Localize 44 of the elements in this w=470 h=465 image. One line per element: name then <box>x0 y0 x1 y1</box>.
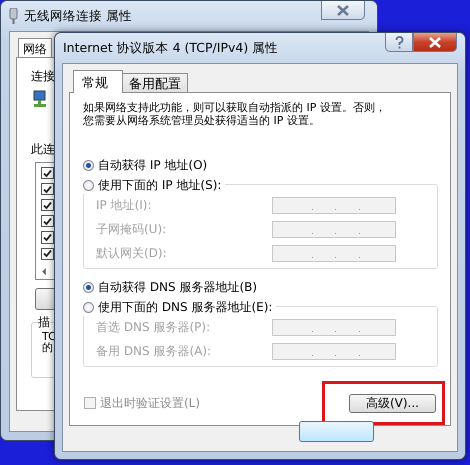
description-text: 如果网络支持此功能，则可以获取自动指派的 IP 设置。否则， <box>83 101 386 114</box>
radio-button[interactable]: 使用下面的 IP 地址(S): <box>83 177 226 194</box>
help-button[interactable] <box>385 33 413 52</box>
ip-address-field[interactable] <box>272 319 396 336</box>
ip-address-field[interactable] <box>272 343 396 360</box>
window-title: 无线网络连接 属性 <box>24 8 132 24</box>
radio-dot[interactable] <box>83 180 94 191</box>
section-label: 此连 <box>31 141 56 158</box>
close-button[interactable] <box>321 1 365 20</box>
checkbox[interactable] <box>41 199 54 212</box>
dialog-button[interactable] <box>299 421 374 442</box>
description-text: 您需要从网络系统管理员处获得适当的 IP 设置。 <box>83 114 320 127</box>
checkbox[interactable] <box>41 215 54 228</box>
description-text: 的 <box>42 342 54 353</box>
ip-address-field[interactable] <box>272 221 396 238</box>
tab[interactable]: 备用配置 <box>122 73 188 92</box>
help-icon <box>394 36 404 48</box>
window-title: Internet 协议版本 4 (TCP/IPv4) 属性 <box>63 40 278 56</box>
checkbox[interactable] <box>41 167 54 180</box>
group-label: 描 <box>38 314 50 331</box>
radio-button[interactable]: 使用下面的 DNS 服务器地址(E): <box>83 299 276 316</box>
close-icon <box>428 36 442 48</box>
close-button[interactable] <box>413 33 457 52</box>
advanced-button[interactable]: 高级(V)... <box>349 394 436 413</box>
field-label: 子网掩码(U): <box>96 221 168 238</box>
checkbox[interactable] <box>41 248 54 260</box>
checkbox[interactable] <box>41 183 54 196</box>
radio-dot[interactable] <box>83 160 94 171</box>
scroll-left-icon[interactable] <box>41 268 47 275</box>
close-icon <box>336 4 350 16</box>
checkbox[interactable] <box>41 231 54 244</box>
ip-address-field[interactable] <box>272 245 396 262</box>
radio-button[interactable]: 自动获得 DNS 服务器地址(B) <box>83 279 258 296</box>
radio-dot[interactable] <box>83 302 94 313</box>
section-label: 连接 <box>31 68 56 85</box>
tab[interactable]: 常规 <box>73 70 123 93</box>
adapter-icon <box>9 8 18 24</box>
field-label: 备用 DNS 服务器(A): <box>96 343 212 360</box>
radio-dot[interactable] <box>83 282 94 293</box>
radio-button[interactable]: 自动获得 IP 地址(O) <box>83 157 208 174</box>
field-label: IP 地址(I): <box>96 197 153 214</box>
field-label: 首选 DNS 服务器(P): <box>96 319 212 336</box>
ip-address-field[interactable] <box>272 197 396 214</box>
field-label: 默认网关(D): <box>96 245 168 262</box>
